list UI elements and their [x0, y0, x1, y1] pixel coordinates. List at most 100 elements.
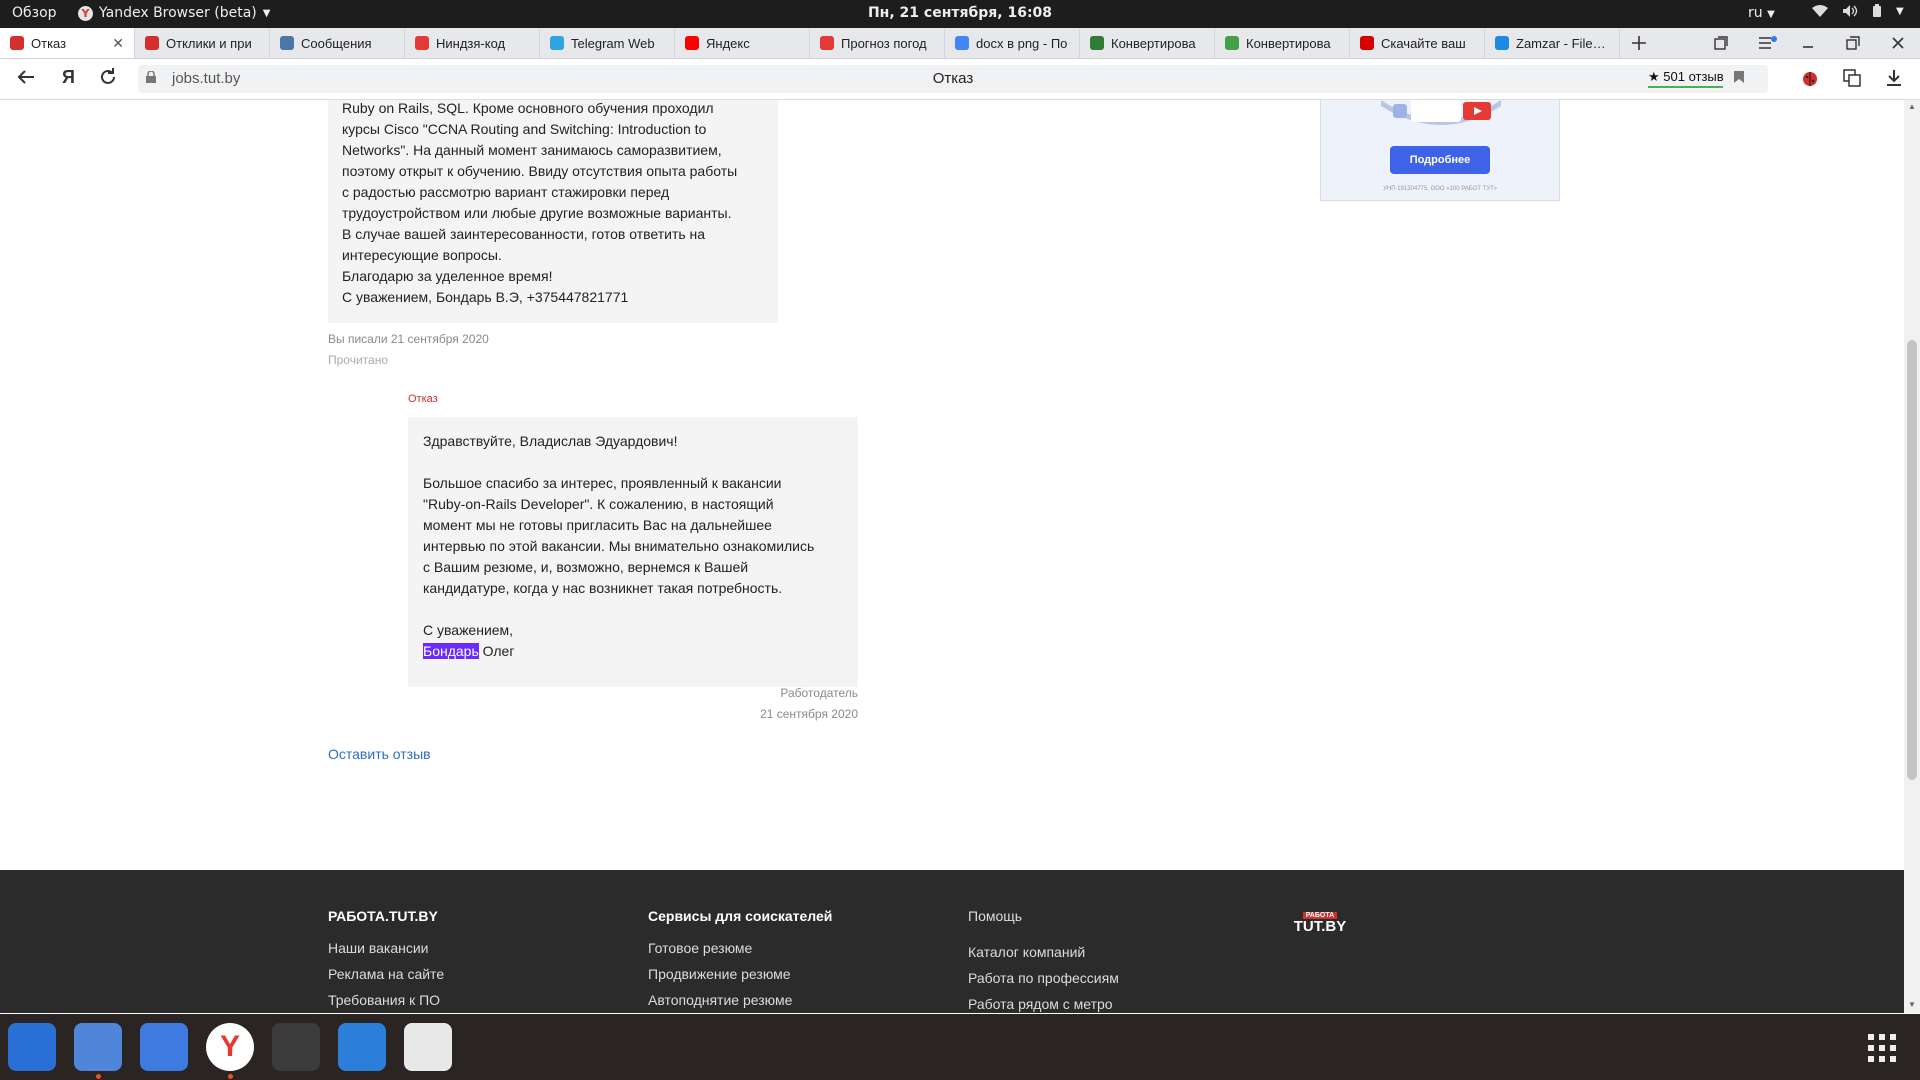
browser-tab[interactable]: Ниндзя-код — [405, 28, 540, 58]
browser-tab[interactable]: Отклики и при — [135, 28, 270, 58]
new-tab-button[interactable] — [1631, 28, 1647, 58]
page-title: Отказ — [932, 70, 974, 87]
footer-link[interactable]: Каталог компаний — [968, 944, 1085, 960]
scroll-up-arrow-icon[interactable]: ▲ — [1908, 102, 1916, 111]
minimize-window-button[interactable] — [1801, 28, 1815, 58]
wifi-icon — [1812, 4, 1828, 22]
message-line: кандидатуре, когда у нас возникнет такая… — [423, 580, 783, 596]
tab-favicon-icon — [415, 36, 429, 50]
footer-link[interactable]: Готовое резюме — [648, 940, 752, 956]
system-top-bar: Обзор Y Yandex Browser (beta) ▼ Пн, 21 с… — [0, 0, 1920, 28]
footer-link[interactable]: Наши вакансии — [328, 940, 429, 956]
tab-title: docx в png - По — [976, 35, 1068, 51]
signature-rest: Олег — [478, 643, 515, 659]
browser-tab[interactable]: Конвертирова — [1080, 28, 1215, 58]
tab-title: Конвертирова — [1111, 35, 1196, 51]
app-menu[interactable]: Y Yandex Browser (beta) ▼ — [78, 5, 270, 21]
keyboard-layout-indicator[interactable]: ru ▼ — [1748, 5, 1775, 21]
scroll-down-arrow-icon[interactable]: ▼ — [1908, 1000, 1916, 1009]
plus-icon — [1632, 36, 1646, 50]
downloads-button[interactable] — [1884, 68, 1904, 93]
selected-text[interactable]: Бондарь — [423, 643, 479, 659]
footer-link[interactable]: Продвижение резюме — [648, 966, 791, 982]
collections-icon — [1714, 36, 1728, 50]
message-line: С уважением, Бондарь В.Э, +375447821771 — [342, 289, 629, 305]
tab-favicon-icon — [1225, 36, 1239, 50]
ad-illustration — [1381, 100, 1501, 125]
tab-title: Прогноз погод — [841, 35, 927, 51]
footer-link[interactable]: Требования к ПО — [328, 992, 440, 1008]
scrollbar-thumb[interactable] — [1907, 340, 1917, 780]
running-indicator — [228, 1074, 233, 1079]
tab-favicon-icon — [145, 36, 159, 50]
reviews-rating-bar — [1648, 86, 1723, 88]
close-window-button[interactable] — [1891, 28, 1905, 58]
software-app-icon[interactable] — [404, 1023, 452, 1071]
files-app-icon[interactable] — [74, 1023, 122, 1071]
translate-button[interactable] — [1842, 68, 1862, 93]
ad-legal-text: УНП 191304775, ООО «100 РАБОТ ТУТ» — [1383, 186, 1497, 192]
browser-tab[interactable]: Яндекс — [675, 28, 810, 58]
tab-favicon-icon — [550, 36, 564, 50]
footer-link[interactable]: Работа по профессиям — [968, 970, 1119, 986]
system-tray[interactable]: ▼ — [1812, 4, 1904, 22]
site-reviews-badge[interactable]: ★ 501 отзыв — [1648, 69, 1724, 88]
yandex-letter-icon: Я — [62, 67, 75, 87]
show-applications-button[interactable] — [1866, 1032, 1898, 1069]
browser-menu-button[interactable] — [1757, 28, 1777, 58]
message-line: Networks". На данный момент занимаюсь са… — [342, 142, 722, 158]
message-line: интересующие вопросы. — [342, 247, 502, 263]
tab-favicon-icon — [1495, 36, 1509, 50]
footer-link[interactable]: Реклама на сайте — [328, 966, 444, 982]
ad-banner[interactable]: Подробнее УНП 191304775, ООО «100 РАБОТ … — [1320, 100, 1560, 201]
message-line: поэтому открыт к обучению. Ввиду отсутст… — [342, 163, 738, 179]
footer-link[interactable]: Автоподнятие резюме — [648, 992, 792, 1008]
browser-tab[interactable]: Отказ ✕ — [0, 28, 135, 58]
yandex-logo-icon: Y — [78, 5, 93, 21]
bookmark-button[interactable] — [1733, 70, 1745, 87]
back-button[interactable] — [16, 67, 36, 92]
activities-button[interactable]: Обзор — [12, 5, 57, 21]
battery-icon — [1872, 4, 1882, 22]
reload-button[interactable] — [98, 67, 118, 92]
libreoffice-writer-app-icon[interactable] — [338, 1023, 386, 1071]
tab-title: Яндекс — [706, 35, 750, 51]
applicant-message-bubble: Ruby on Rails, SQL. Кроме основного обуч… — [328, 100, 778, 323]
ad-more-button[interactable]: Подробнее — [1390, 146, 1490, 174]
sublime-text-app-icon[interactable] — [272, 1023, 320, 1071]
browser-tab[interactable]: docx в png - По — [945, 28, 1080, 58]
restore-window-button[interactable] — [1846, 28, 1860, 58]
leave-review-link[interactable]: Оставить отзыв — [328, 746, 431, 762]
browser-tab[interactable]: Zamzar - File co — [1485, 28, 1620, 58]
close-tab-icon[interactable]: ✕ — [112, 35, 124, 52]
footer-column-help: Помощь Каталог компаний Работа по профес… — [968, 908, 1119, 1012]
translate-icon — [1843, 69, 1861, 87]
extension-button[interactable] — [1800, 68, 1820, 93]
settings-app-icon[interactable] — [8, 1023, 56, 1071]
message-line: Ruby on Rails, SQL. Кроме основного обуч… — [342, 100, 714, 116]
browser-tab[interactable]: Telegram Web — [540, 28, 675, 58]
footer-link[interactable]: Работа рядом с метро — [968, 996, 1113, 1012]
browser-tab[interactable]: Прогноз погод — [810, 28, 945, 58]
address-bar[interactable]: jobs.tut.by Отказ ★ 501 отзыв — [138, 65, 1768, 93]
yandex-home-button[interactable]: Я — [62, 67, 75, 88]
page-scrollbar[interactable]: ▲ ▼ — [1904, 100, 1920, 1013]
web-page: Ruby on Rails, SQL. Кроме основного обуч… — [0, 100, 1904, 1013]
browser-tab[interactable]: Скачайте ваш — [1350, 28, 1485, 58]
url-text: jobs.tut.by — [172, 70, 241, 87]
browser-tab[interactable]: Сообщения — [270, 28, 405, 58]
chromium-app-icon[interactable] — [140, 1023, 188, 1071]
employer-message-bubble: Здравствуйте, Владислав Эдуардович! Боль… — [408, 417, 858, 687]
tab-favicon-icon — [820, 36, 834, 50]
menu-icon — [1759, 36, 1777, 49]
tutby-logo[interactable]: РАБОТА TUT.BY — [1288, 904, 1352, 934]
tab-title: Ниндзя-код — [436, 35, 506, 51]
browser-tab[interactable]: Конвертирова — [1215, 28, 1350, 58]
system-clock[interactable]: Пн, 21 сентября, 16:08 — [0, 5, 1920, 21]
greeting-text: Здравствуйте, Владислав Эдуардович! — [423, 433, 678, 449]
yandex-browser-app-icon[interactable]: Y — [206, 1023, 254, 1071]
tab-favicon-icon — [685, 36, 699, 50]
footer-help-link[interactable]: Помощь — [968, 908, 1022, 924]
tabs-panel-button[interactable] — [1713, 28, 1729, 58]
chevron-down-icon: ▼ — [1896, 6, 1904, 17]
